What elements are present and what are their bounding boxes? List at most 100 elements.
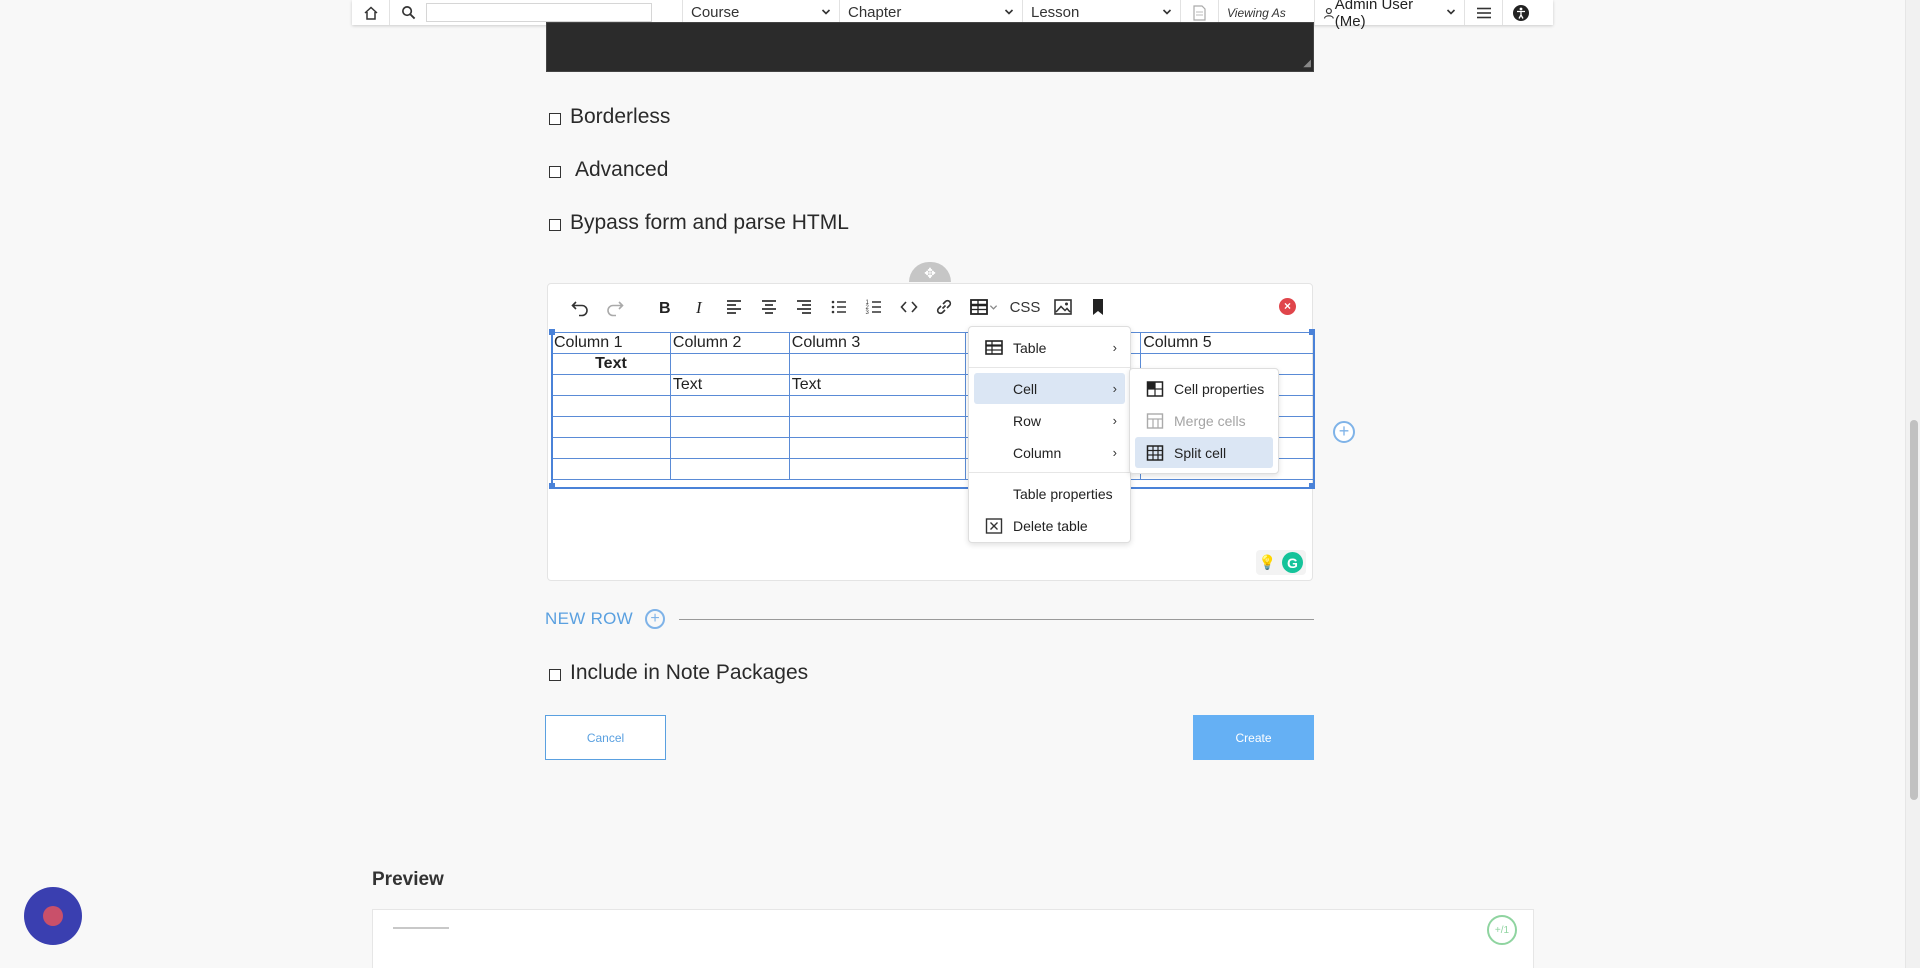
link-button[interactable] (926, 292, 961, 322)
align-left-icon (726, 300, 741, 314)
table-cell[interactable]: Text (669, 374, 790, 396)
create-button[interactable]: Create (1193, 715, 1314, 760)
delete-table-icon (985, 518, 1003, 534)
table-cell[interactable] (551, 395, 671, 417)
table-cell[interactable] (669, 353, 790, 375)
bypass-option[interactable]: Bypass form and parse HTML (549, 211, 849, 235)
hamburger-menu-button[interactable] (1465, 0, 1503, 25)
grammarly-widget[interactable]: 💡 G (1255, 550, 1306, 575)
new-row-label[interactable]: NEW ROW (545, 609, 633, 629)
editor-drag-handle[interactable]: ✥ (909, 262, 951, 282)
menu-item-table[interactable]: Table › (974, 332, 1125, 363)
resize-handle[interactable] (549, 483, 555, 489)
chat-launcher-button[interactable] (24, 887, 82, 945)
include-note-label: Include in Note Packages (570, 661, 809, 684)
table-cell[interactable] (788, 458, 966, 480)
accessibility-button[interactable] (1503, 0, 1539, 25)
redo-icon (606, 301, 624, 317)
menu-item-row-label: Row (1013, 412, 1042, 429)
align-right-button[interactable] (786, 292, 821, 322)
new-row-divider (679, 618, 1314, 620)
code-button[interactable] (891, 292, 926, 322)
align-center-button[interactable] (751, 292, 786, 322)
menu-item-split-cell[interactable]: Split cell (1135, 437, 1273, 468)
search-button[interactable] (390, 0, 426, 25)
table-cell[interactable]: Text (551, 353, 671, 375)
resize-grip-icon[interactable]: ◢ (1303, 59, 1311, 69)
grammarly-icon[interactable]: G (1282, 552, 1303, 573)
numbered-list-icon: 123 (865, 300, 881, 316)
bold-button[interactable]: B (646, 292, 681, 322)
table-cell[interactable]: Column 3 (788, 332, 966, 354)
resize-handle[interactable] (1309, 329, 1315, 335)
bold-icon: B (659, 300, 671, 317)
italic-icon: I (695, 298, 703, 317)
search-input[interactable] (426, 3, 652, 22)
table-cell[interactable]: Text (788, 374, 966, 396)
lightbulb-icon[interactable]: 💡 (1259, 554, 1276, 571)
table-cell[interactable]: Column 2 (669, 332, 790, 354)
table-cell[interactable] (788, 437, 966, 459)
resize-handle[interactable] (1309, 483, 1315, 489)
advanced-option[interactable]: Advanced (549, 158, 668, 182)
bullet-list-button[interactable] (821, 292, 856, 322)
menu-item-table-properties[interactable]: Table properties (974, 478, 1125, 509)
table-button[interactable] (961, 292, 1005, 322)
svg-text:I: I (695, 298, 703, 317)
cell-properties-icon (1146, 381, 1164, 397)
table-cell[interactable] (788, 416, 966, 438)
table-cell[interactable] (669, 395, 790, 417)
chevron-right-icon: › (1112, 413, 1117, 428)
menu-item-row[interactable]: Row › (974, 405, 1125, 436)
scrollbar-thumb[interactable] (1910, 420, 1918, 800)
menu-item-split-cell-label: Split cell (1174, 444, 1227, 461)
bypass-checkbox[interactable] (549, 218, 561, 231)
cancel-button[interactable]: Cancel (545, 715, 666, 760)
code-textarea[interactable]: ◢ (546, 22, 1314, 72)
table-cell[interactable] (669, 416, 790, 438)
align-left-button[interactable] (716, 292, 751, 322)
advanced-checkbox[interactable] (549, 165, 561, 178)
menu-item-delete-table[interactable]: Delete table (974, 510, 1125, 541)
borderless-checkbox[interactable] (549, 112, 561, 125)
table-cell[interactable] (669, 437, 790, 459)
include-note-option[interactable]: Include in Note Packages (549, 661, 808, 685)
image-button[interactable] (1045, 292, 1080, 322)
numbered-list-button[interactable]: 123 (856, 292, 891, 322)
menu-item-column[interactable]: Column › (974, 437, 1125, 468)
table-cell[interactable] (551, 458, 671, 480)
add-column-plus-icon[interactable]: + (1333, 421, 1355, 443)
bookmark-button[interactable] (1080, 292, 1115, 322)
code-icon (899, 301, 918, 313)
split-cell-icon (1146, 445, 1164, 461)
home-button[interactable] (352, 0, 390, 25)
redo-button[interactable] (597, 292, 632, 322)
css-button[interactable]: CSS (1005, 292, 1045, 322)
menu-item-merge-cells[interactable]: Merge cells (1135, 405, 1273, 436)
table-cell[interactable] (788, 353, 966, 375)
table-cell[interactable] (669, 458, 790, 480)
menu-item-cell-properties[interactable]: Cell properties (1135, 373, 1273, 404)
table-cell[interactable] (551, 416, 671, 438)
add-row-plus-icon[interactable]: + (645, 609, 666, 629)
table-cell[interactable] (551, 437, 671, 459)
lesson-select-label: Lesson (1031, 4, 1080, 21)
menu-item-cell-properties-label: Cell properties (1174, 380, 1265, 397)
close-editor-icon[interactable]: × (1279, 298, 1296, 315)
resize-handle[interactable] (549, 329, 555, 335)
table-cell[interactable] (788, 395, 966, 417)
include-note-checkbox[interactable] (549, 668, 561, 681)
italic-button[interactable]: I (681, 292, 716, 322)
table-cell[interactable]: Column 5 (1140, 332, 1314, 354)
borderless-option[interactable]: Borderless (549, 105, 670, 129)
menu-item-cell[interactable]: Cell › (974, 373, 1125, 404)
undo-button[interactable] (562, 292, 597, 322)
menu-item-delete-table-label: Delete table (1013, 517, 1088, 534)
chapter-select-label: Chapter (848, 4, 902, 21)
table-cell[interactable]: Column 1 (551, 332, 671, 354)
table-cell[interactable] (551, 374, 671, 396)
page-scrollbar[interactable] (1905, 0, 1920, 968)
user-menu[interactable]: Admin User (Me) (1315, 0, 1465, 30)
preview-badge[interactable]: +/1 (1487, 915, 1517, 945)
undo-icon (570, 301, 588, 317)
